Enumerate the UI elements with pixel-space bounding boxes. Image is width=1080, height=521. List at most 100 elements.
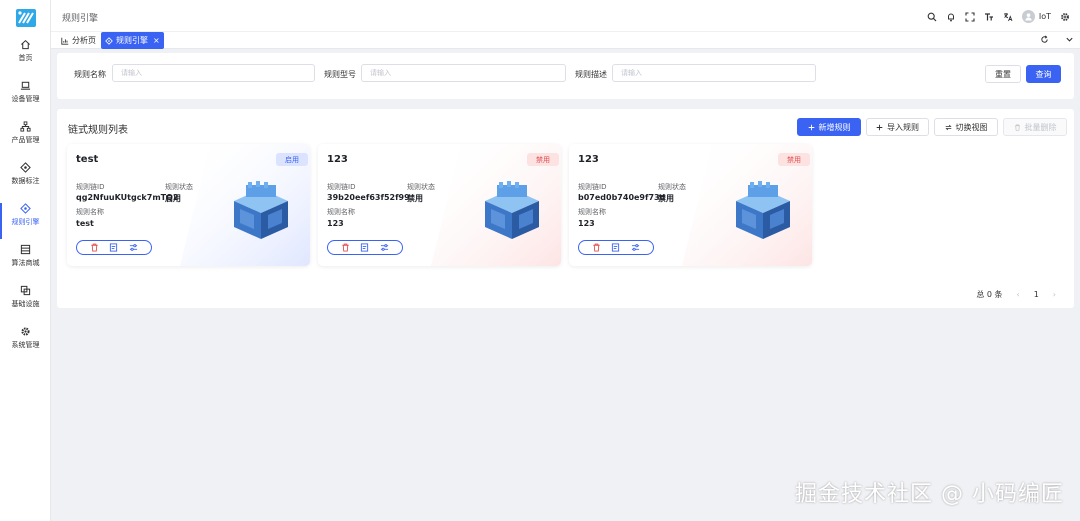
import-rule-button[interactable]: 导入规则 (866, 118, 929, 136)
card-actions (76, 240, 152, 255)
search-icon[interactable] (927, 12, 937, 22)
switch-icon (944, 124, 952, 130)
rule-status-value: 启用 (165, 194, 181, 203)
card-title: 123 (578, 154, 599, 165)
sidebar-item-label: 首页 (18, 54, 33, 62)
server-building-illustration (736, 181, 790, 239)
sidebar-item-home[interactable]: 首页 (0, 39, 51, 79)
home-icon (21, 39, 30, 50)
query-button[interactable]: 查询 (1026, 65, 1061, 83)
user-icon (1025, 13, 1032, 21)
delete-icon[interactable] (90, 243, 99, 252)
delete-icon[interactable] (592, 243, 601, 252)
next-page-button[interactable]: › (1053, 290, 1056, 299)
sidebar-item-algorithm-store[interactable]: 算法商城 (0, 244, 51, 284)
tab-analysis[interactable]: 分析页 (57, 32, 100, 49)
sidebar-item-devices[interactable]: 设备管理 (0, 80, 51, 120)
tab-label: 分析页 (72, 36, 96, 45)
import-rule-label: 导入规则 (887, 122, 919, 132)
rule-type-input[interactable]: 请输入 (361, 64, 566, 82)
fullscreen-icon[interactable] (965, 11, 975, 22)
hierarchy-icon (20, 121, 31, 132)
page-number[interactable]: 1 (1034, 290, 1039, 299)
config-icon[interactable] (631, 243, 640, 252)
sidebar-item-label: 数据标注 (11, 177, 40, 185)
pagination-total: 总 0 条 (976, 290, 1003, 299)
chevron-down-icon[interactable] (1065, 35, 1074, 44)
sidebar-item-label: 规则引擎 (11, 218, 40, 226)
rule-name-value: 123 (327, 219, 344, 228)
font-size-icon[interactable] (984, 12, 994, 22)
plus-icon (876, 124, 883, 130)
card-title: test (76, 154, 99, 165)
tab-rule-engine[interactable]: 规则引擎 × (101, 32, 164, 49)
config-icon[interactable] (380, 243, 389, 252)
edit-icon[interactable] (360, 243, 369, 252)
rule-desc-label: 规则描述 (575, 70, 607, 79)
reset-button[interactable]: 重置 (985, 65, 1021, 83)
rule-chain-id-value: b07ed0b740e9f73d (578, 193, 666, 202)
app-logo[interactable] (15, 8, 37, 28)
avatar[interactable] (1021, 10, 1035, 23)
plus-icon (808, 124, 814, 130)
rule-status-value: 禁用 (407, 194, 423, 203)
close-icon[interactable]: × (153, 36, 160, 45)
translate-icon[interactable] (1003, 12, 1013, 22)
sidebar-item-label: 设备管理 (11, 95, 40, 103)
rule-card[interactable]: test 启用 规则链ID 规则状态 qg2NfuuKUtgck7mTQ2 启用… (67, 144, 310, 266)
trash-icon (1014, 123, 1020, 131)
sidebar-item-infrastructure[interactable]: 基础设施 (0, 285, 51, 325)
server-building-illustration (234, 181, 288, 239)
sidebar: 首页 设备管理 产品管理 数据标注 规则引擎 算法商城 基础设施 系统管理 (0, 0, 51, 521)
add-rule-button[interactable]: 新增规则 (797, 118, 861, 136)
edit-icon[interactable] (109, 243, 118, 252)
rule-name-key: 规则名称 (76, 208, 104, 216)
rule-chain-id-key: 规则链ID (327, 183, 356, 191)
status-badge: 禁用 (527, 153, 559, 166)
settings-icon[interactable] (1060, 12, 1070, 22)
breadcrumb: 规则引擎 (62, 14, 99, 24)
query-button-label: 查询 (1035, 69, 1052, 79)
status-badge: 启用 (276, 153, 308, 166)
top-header: 规则引擎 IoT (51, 0, 1080, 32)
rule-chain-id-value: 39b20eef63f52f99 (327, 193, 410, 202)
delete-icon[interactable] (341, 243, 350, 252)
rule-status-value: 禁用 (658, 194, 674, 203)
sidebar-item-label: 系统管理 (11, 341, 40, 349)
sidebar-item-label: 算法商城 (11, 259, 40, 267)
bell-icon[interactable] (946, 12, 956, 22)
chart-icon (61, 37, 69, 45)
gear-icon (21, 327, 30, 336)
switch-view-label: 切换视图 (955, 122, 988, 132)
config-icon[interactable] (129, 243, 138, 252)
sidebar-item-system[interactable]: 系统管理 (0, 326, 51, 366)
pagination: 总 0 条 ‹ 1 › (976, 289, 1056, 300)
batch-delete-button[interactable]: 批量删除 (1003, 118, 1067, 136)
sidebar-item-rule-engine[interactable]: 规则引擎 (0, 203, 51, 243)
card-actions (578, 240, 654, 255)
sidebar-item-label: 产品管理 (11, 136, 40, 144)
server-building-illustration (485, 181, 539, 239)
edit-icon[interactable] (611, 243, 620, 252)
tab-label: 规则引擎 (116, 36, 148, 45)
switch-view-button[interactable]: 切换视图 (934, 118, 998, 136)
header-toolbar: IoT (927, 8, 1070, 25)
watermark: 掘金技术社区 @ 小码编匠 (795, 482, 1064, 507)
add-rule-label: 新增规则 (818, 122, 851, 132)
prev-page-button[interactable]: ‹ (1017, 290, 1020, 299)
rule-desc-input[interactable]: 请输入 (612, 64, 816, 82)
sidebar-item-annotation[interactable]: 数据标注 (0, 162, 51, 202)
rule-card[interactable]: 123 禁用 规则链ID 规则状态 39b20eef63f52f99 禁用 规则… (318, 144, 561, 266)
rule-name-input[interactable]: 请输入 (112, 64, 315, 82)
user-name[interactable]: IoT (1039, 12, 1051, 21)
layers-icon (20, 285, 31, 296)
search-form: 规则名称 请输入 规则型号 请输入 规则描述 请输入 重置 查询 (57, 53, 1074, 99)
rule-chain-id-value: qg2NfuuKUtgck7mTQ2 (76, 193, 179, 202)
card-title: 123 (327, 154, 348, 165)
rule-chain-id-key: 规则链ID (76, 183, 105, 191)
card-actions (327, 240, 403, 255)
refresh-icon[interactable] (1040, 35, 1049, 44)
sidebar-item-products[interactable]: 产品管理 (0, 121, 51, 161)
tabs-actions (1040, 35, 1074, 44)
rule-card[interactable]: 123 禁用 规则链ID 规则状态 b07ed0b740e9f73d 禁用 规则… (569, 144, 812, 266)
